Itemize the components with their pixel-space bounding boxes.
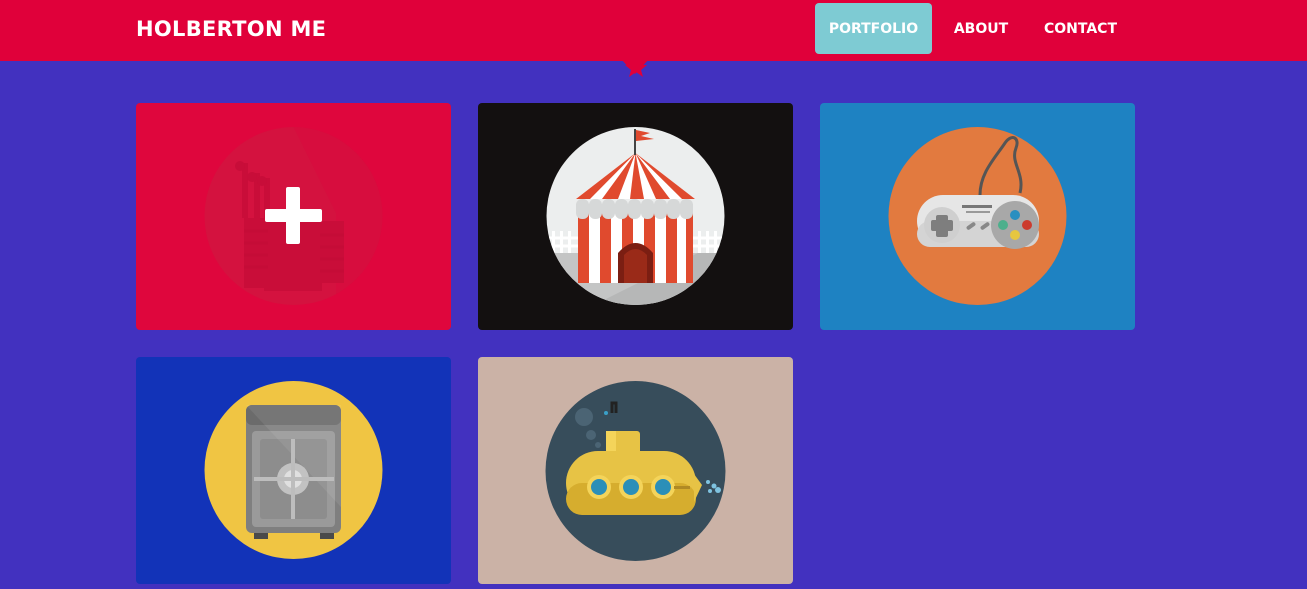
- nav-about[interactable]: ABOUT: [943, 3, 1019, 54]
- portfolio-item-fort[interactable]: [136, 103, 451, 330]
- nav-contact[interactable]: CONTACT: [1032, 3, 1129, 54]
- fort-icon: [204, 127, 383, 305]
- site-logo[interactable]: HOLBERTON ME: [136, 15, 326, 43]
- submarine-icon: [545, 381, 726, 561]
- portfolio-item-submarine[interactable]: [478, 357, 793, 584]
- game-controller-icon: [888, 127, 1067, 305]
- page: HOLBERTON ME PORTFOLIO ABOUT CONTACT: [0, 0, 1307, 589]
- portfolio-item-gamepad[interactable]: [820, 103, 1135, 330]
- portfolio-item-safe[interactable]: [136, 357, 451, 584]
- portfolio-item-circus[interactable]: [478, 103, 793, 330]
- circus-tent-icon: [546, 127, 725, 305]
- safe-icon: [204, 381, 383, 559]
- nav-portfolio[interactable]: PORTFOLIO: [815, 3, 932, 54]
